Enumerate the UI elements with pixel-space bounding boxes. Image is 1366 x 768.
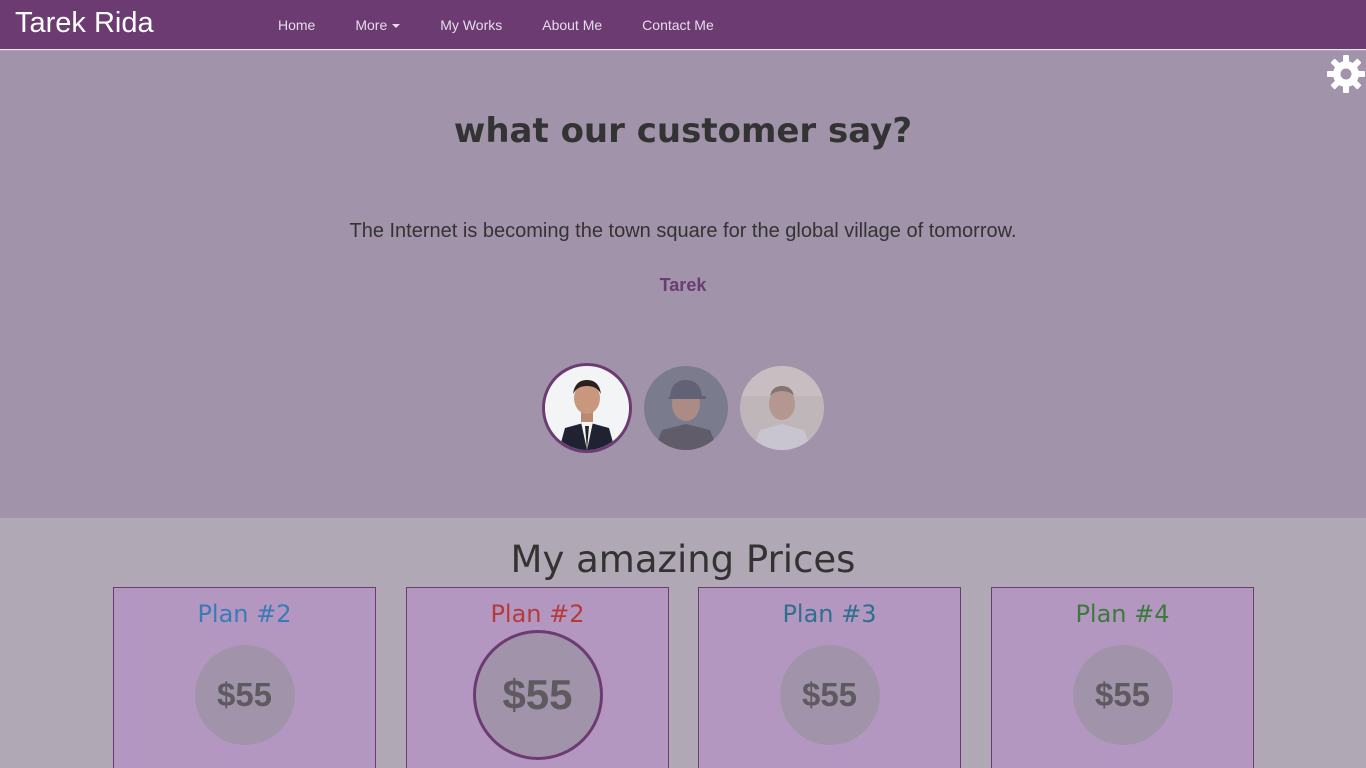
nav-about-me-label: About Me bbox=[542, 17, 603, 33]
nav-home-label: Home bbox=[278, 17, 316, 33]
testimonial-author: Tarek bbox=[659, 275, 707, 295]
avatar-customer-1[interactable] bbox=[542, 363, 632, 453]
nav-about-me[interactable]: About Me bbox=[522, 0, 622, 50]
nav-contact-me-label: Contact Me bbox=[642, 17, 714, 33]
avatar-customer-3[interactable] bbox=[740, 366, 824, 450]
testimonial-quote: The Internet is becoming the town square… bbox=[349, 220, 1017, 242]
brand-logo[interactable]: Tarek Rida bbox=[15, 7, 154, 40]
navbar: Tarek Rida Home More My Works About Me C… bbox=[0, 0, 1366, 50]
avatar-customer-2[interactable] bbox=[644, 366, 728, 450]
nav-my-works-label: My Works bbox=[440, 17, 503, 33]
pricing-title: My amazing Prices bbox=[510, 538, 856, 581]
caret-down-icon bbox=[392, 24, 401, 29]
plan-card-highlighted: Plan #2 $55 bbox=[406, 587, 669, 768]
plan-name: Plan #2 bbox=[490, 600, 585, 628]
nav-home[interactable]: Home bbox=[258, 0, 335, 50]
avatar-selector bbox=[542, 363, 836, 453]
plan-card: Plan #4 $55 bbox=[991, 587, 1254, 768]
plan-name: Plan #4 bbox=[1075, 600, 1170, 628]
gear-icon[interactable] bbox=[1326, 54, 1366, 94]
plan-price[interactable]: $55 bbox=[194, 645, 295, 745]
testimonials-title: what our customer say? bbox=[453, 111, 913, 151]
plan-name: Plan #3 bbox=[782, 600, 877, 628]
plan-card: Plan #3 $55 bbox=[698, 587, 961, 768]
nav-links: Home More My Works About Me Contact Me bbox=[258, 0, 734, 50]
plan-name: Plan #2 bbox=[197, 600, 292, 628]
nav-more-label: More bbox=[355, 17, 388, 33]
nav-my-works[interactable]: My Works bbox=[420, 0, 522, 50]
plan-price[interactable]: $55 bbox=[472, 630, 603, 760]
plan-price[interactable]: $55 bbox=[779, 645, 880, 745]
nav-contact-me[interactable]: Contact Me bbox=[622, 0, 734, 50]
nav-more-dropdown[interactable]: More bbox=[335, 0, 420, 50]
plan-price[interactable]: $55 bbox=[1072, 645, 1173, 745]
plan-card: Plan #2 $55 bbox=[113, 587, 376, 768]
pricing-section: My amazing Prices Plan #2 $55 Plan #2 $5… bbox=[0, 518, 1366, 768]
testimonials-section: what our customer say? The Internet is b… bbox=[0, 51, 1366, 518]
